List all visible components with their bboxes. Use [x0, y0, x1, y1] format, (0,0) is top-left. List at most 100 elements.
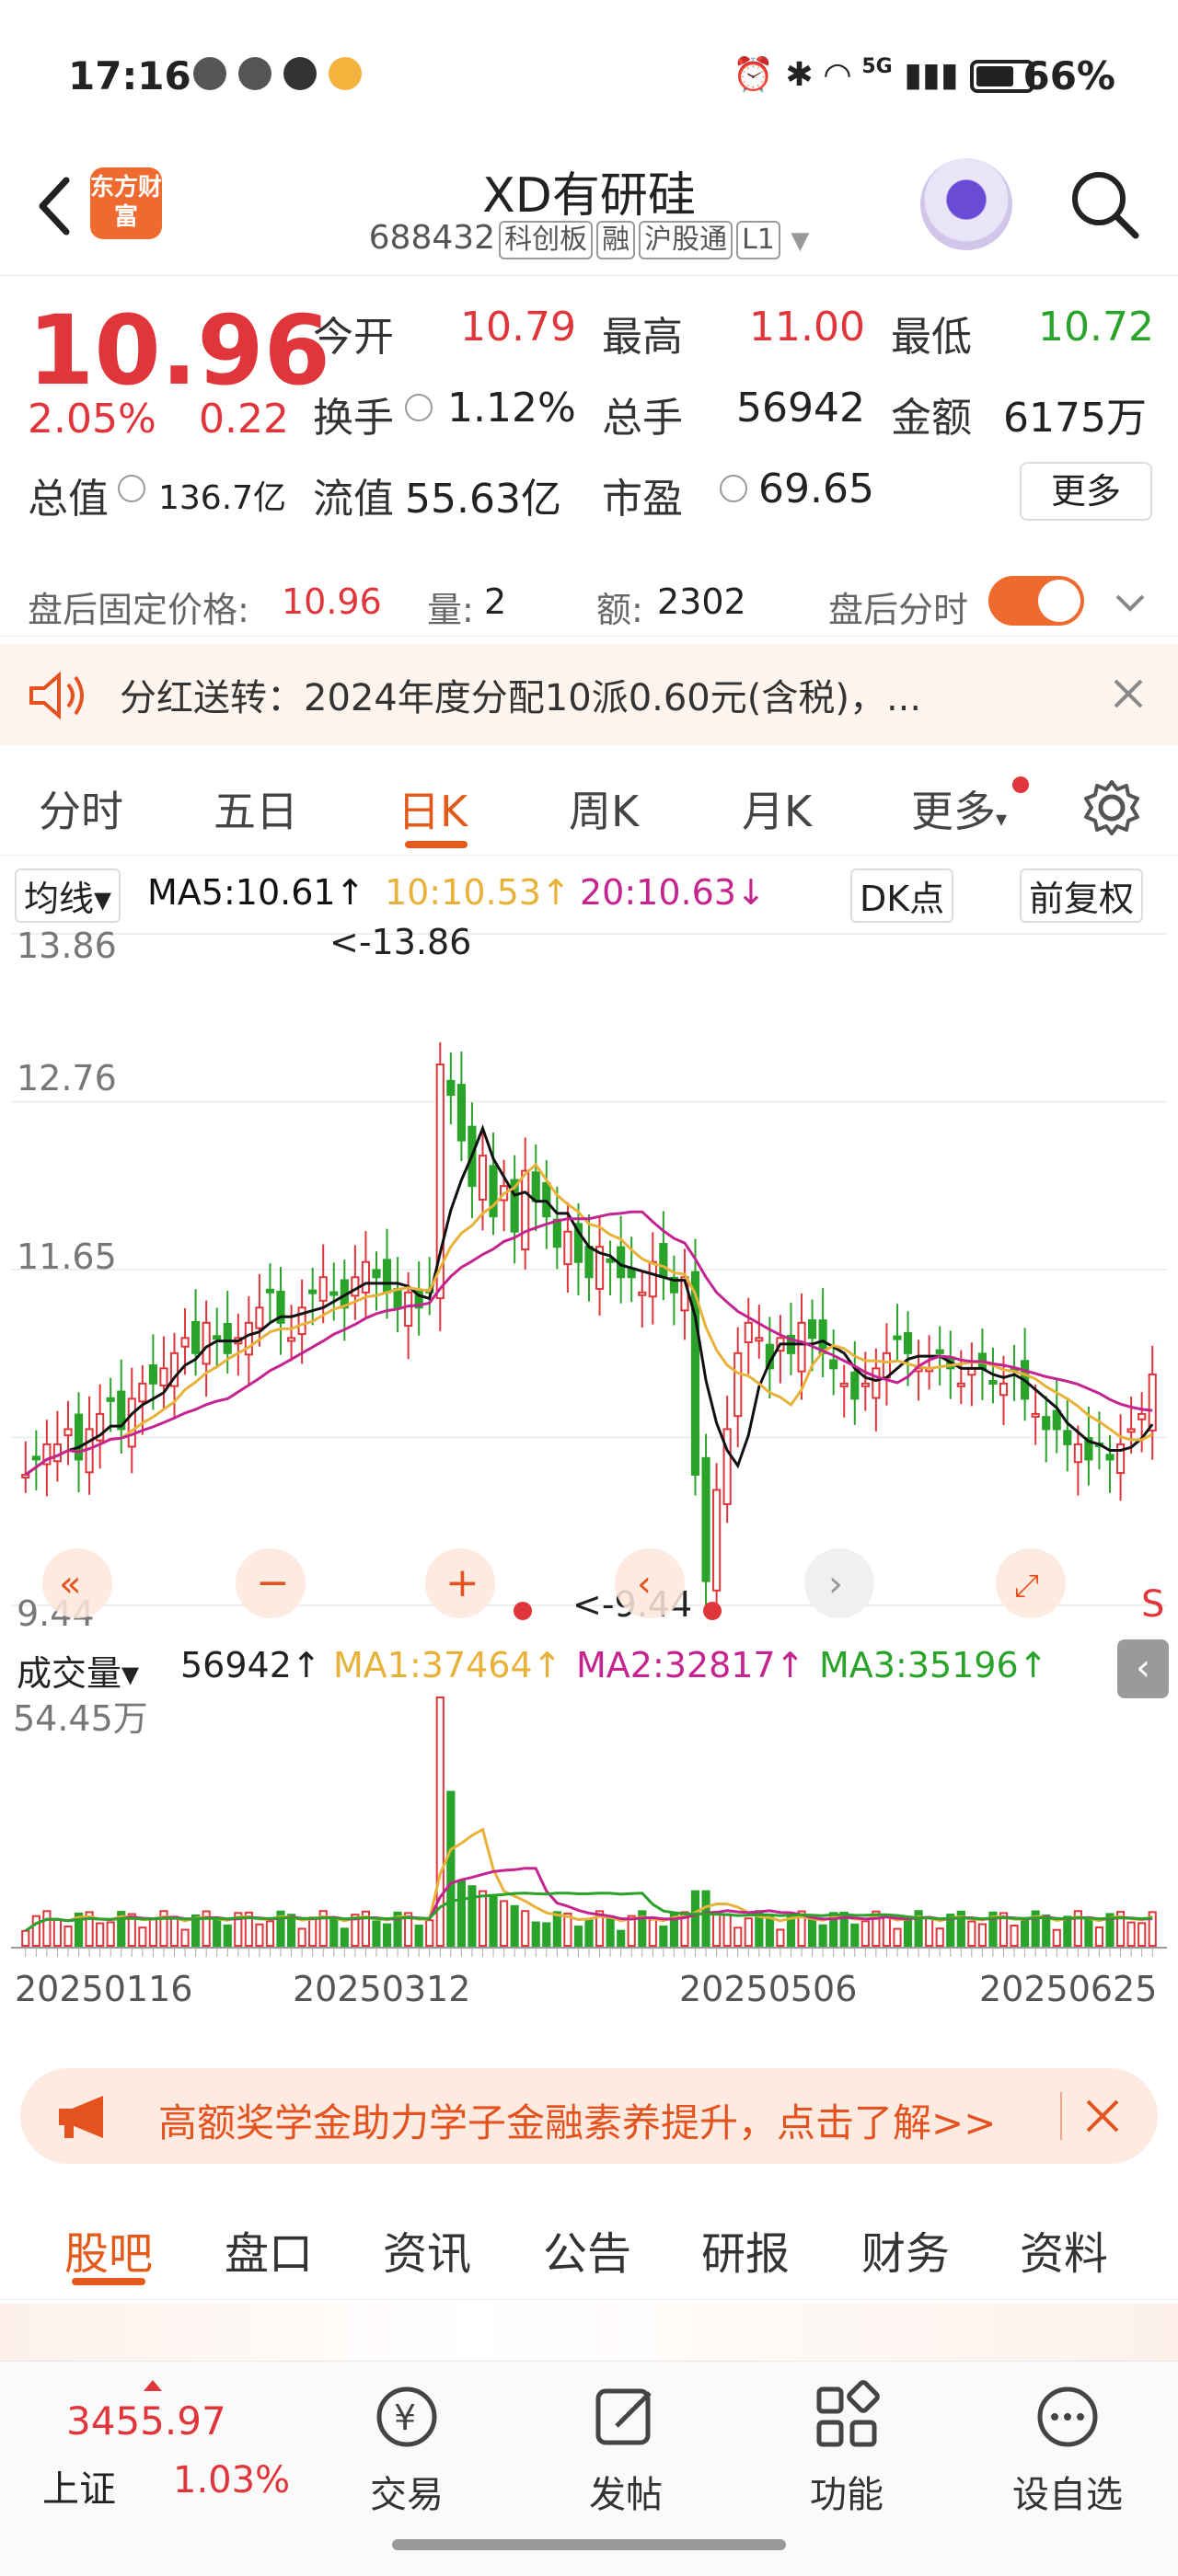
- adjust-selector[interactable]: 前复权: [1020, 868, 1144, 923]
- volume-bar: [96, 1922, 105, 1947]
- ma5-line: [24, 1124, 1154, 1477]
- nav-watchlist-label: 设自选: [1012, 2474, 1123, 2516]
- volume-bar: [1042, 1915, 1051, 1947]
- tab-more[interactable]: 更多▾: [911, 778, 1007, 839]
- candle: [521, 1169, 530, 1251]
- tab-intraday[interactable]: 分时: [39, 778, 123, 839]
- volume-bar: [659, 1925, 668, 1948]
- candle: [213, 1335, 222, 1340]
- assistant-robot-avatar[interactable]: [920, 158, 1012, 250]
- volume-bar: [456, 1880, 466, 1947]
- volume-chart[interactable]: 54.45万 20250116 20250312 20250506 202506…: [11, 1688, 1167, 2047]
- volume-bar: [925, 1916, 934, 1947]
- volume-bar: [169, 1915, 179, 1947]
- chevron-down-icon[interactable]: [1112, 583, 1149, 620]
- event-dot[interactable]: [514, 1602, 532, 1620]
- status-bar: 17:16 ⏰ ✱ ◠ 5G ▮▮▮ 66%: [0, 0, 1178, 156]
- nav-trade[interactable]: ¥ 交易: [333, 2380, 480, 2518]
- after-hours-row: 盘后固定价格: 10.96 量: 2 额: 2302 盘后分时: [0, 570, 1178, 637]
- tag-board: 科创板: [499, 221, 594, 259]
- after-hours-toggle[interactable]: [988, 576, 1084, 626]
- date-axis: [11, 1947, 1167, 1957]
- volume-bar: [606, 1915, 615, 1948]
- edge-letter: S: [1141, 1583, 1164, 1626]
- candle: [52, 1443, 63, 1463]
- volume-bar: [701, 1890, 710, 1948]
- candle: [265, 1288, 275, 1294]
- gear-icon[interactable]: [1080, 776, 1143, 839]
- high-marker: <-13.86: [329, 925, 471, 962]
- tab-weekly-k[interactable]: 周K: [569, 778, 639, 839]
- price-label-2: 12.76: [17, 1058, 117, 1098]
- chevron-down-icon: ▼: [791, 227, 810, 255]
- mktcap-label: 总值: [28, 476, 109, 523]
- event-dot[interactable]: [703, 1602, 722, 1620]
- ma-selector[interactable]: 均线▾: [15, 868, 121, 923]
- close-icon[interactable]: [1084, 2098, 1121, 2134]
- after-hours-price: 10.96: [282, 581, 382, 622]
- tab-profile[interactable]: 资料: [1020, 2217, 1108, 2282]
- after-hours-vol: 2: [484, 581, 507, 622]
- volume-bar: [521, 1910, 530, 1947]
- volume-bar: [1063, 1915, 1072, 1948]
- candle: [1052, 1409, 1061, 1431]
- double-chevron-left-icon: «: [59, 1563, 81, 1605]
- divider: [1060, 2092, 1062, 2140]
- volume-bar: [255, 1923, 264, 1948]
- more-button[interactable]: 更多: [1020, 462, 1152, 521]
- date-label-3: 20250506: [679, 1969, 857, 2009]
- info-icon[interactable]: [405, 394, 433, 421]
- close-icon[interactable]: [1112, 677, 1145, 710]
- candle: [659, 1243, 668, 1279]
- volume-current: 56942↑: [180, 1645, 321, 1685]
- tab-monthly-k[interactable]: 月K: [742, 778, 812, 839]
- volume-bar: [213, 1919, 222, 1948]
- info-tabs: 股吧 盘口 资讯 公告 研报 财务 资料: [0, 2180, 1178, 2300]
- candle: [563, 1230, 572, 1266]
- candle: [1031, 1412, 1040, 1418]
- candlestick-chart[interactable]: 13.86 12.76 11.65 9.44 <-13.86 <-9.44 S …: [11, 925, 1167, 1633]
- after-hours-vol-label: 量:: [427, 590, 474, 630]
- volume-bar: [308, 1916, 318, 1947]
- volume-bar: [148, 1917, 157, 1948]
- ma-indicator-row: 均线▾ MA5:10.61↑ 10:10.53↑ 20:10.63↓ DK点 前…: [0, 865, 1178, 923]
- tab-daily-k[interactable]: 日K: [398, 778, 468, 839]
- volume-bar: [552, 1911, 561, 1948]
- dk-point-selector[interactable]: DK点: [850, 868, 954, 923]
- info-icon[interactable]: [720, 475, 747, 502]
- open-value: 10.79: [460, 304, 576, 351]
- volume-bar: [52, 1918, 63, 1947]
- volume-bar: [1084, 1917, 1093, 1947]
- nav-watchlist[interactable]: 设自选: [994, 2380, 1141, 2518]
- candle: [106, 1397, 115, 1402]
- tab-order-book[interactable]: 盘口: [225, 2217, 313, 2282]
- tab-research[interactable]: 研报: [701, 2217, 790, 2282]
- candle: [148, 1364, 157, 1385]
- wifi-icon: ◠: [825, 56, 850, 94]
- search-icon[interactable]: [1068, 167, 1141, 241]
- candle: [351, 1276, 360, 1297]
- notice-text: 分红送转：2024年度分配10派0.60元(含税)，...: [120, 677, 922, 719]
- tab-finance[interactable]: 财务: [861, 2217, 950, 2282]
- pe-label: 市盈: [602, 476, 683, 523]
- chart-period-tabs: 分时 五日 日K 周K 月K 更多▾: [0, 754, 1178, 856]
- nav-post[interactable]: 发帖: [552, 2380, 699, 2518]
- volume-max-label: 54.45万: [13, 1698, 148, 1739]
- alarm-icon: ⏰: [733, 56, 774, 94]
- tab-guba[interactable]: 股吧: [64, 2217, 153, 2282]
- volume-bar: [818, 1924, 827, 1948]
- tab-five-day[interactable]: 五日: [214, 778, 298, 839]
- candle: [999, 1382, 1009, 1397]
- volume-ma2: MA2:32817↑: [576, 1645, 805, 1685]
- tab-news[interactable]: 资讯: [383, 2217, 471, 2282]
- nav-functions[interactable]: 功能: [773, 2380, 920, 2518]
- volume-bar: [573, 1926, 583, 1948]
- dividend-notice[interactable]: 分红送转：2024年度分配10派0.60元(含税)，...: [0, 644, 1178, 745]
- price-label-high: 13.86: [17, 926, 117, 966]
- volume-indicator-row: 成交量▾ 56942↑ MA1:37464↑ MA2:32817↑ MA3:35…: [0, 1639, 1178, 1698]
- quote-panel: 10.96 2.05% 0.22 今开 10.79 最高 11.00 最低 10…: [0, 276, 1178, 637]
- tab-announcements[interactable]: 公告: [543, 2217, 631, 2282]
- info-icon[interactable]: [118, 475, 145, 502]
- ma20-value: 20:10.63↓: [580, 872, 766, 913]
- promo-banner[interactable]: 高额奖学金助力学子金融素养提升，点击了解>>: [20, 2068, 1158, 2164]
